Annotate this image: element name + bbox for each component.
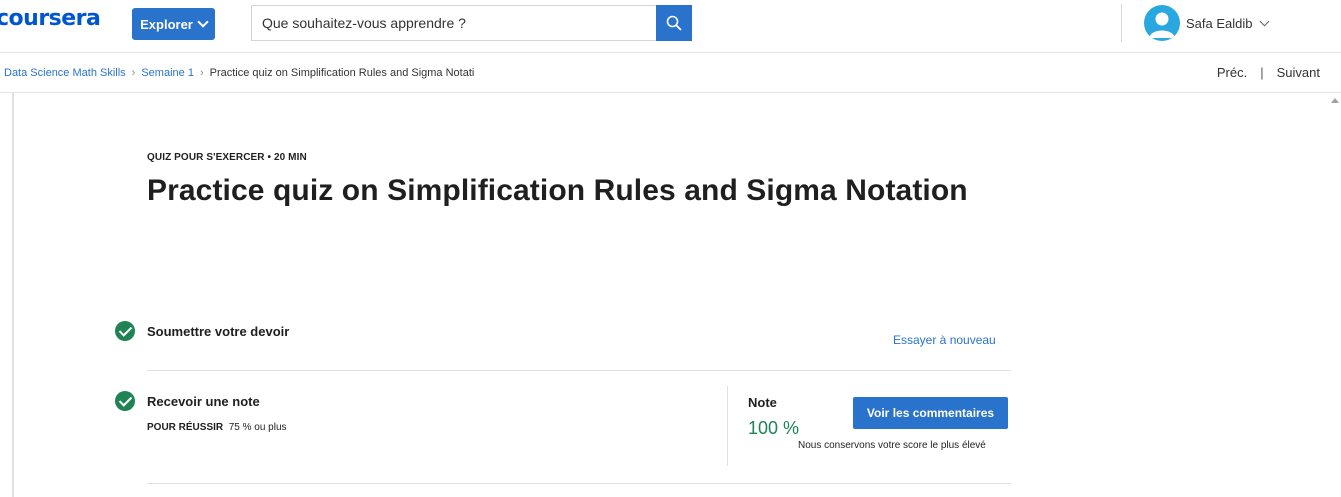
nav-divider: | (1260, 65, 1264, 80)
breadcrumb-current: Practice quiz on Simplification Rules an… (209, 66, 475, 79)
search-icon (666, 15, 682, 31)
breadcrumb-bar: Data Science Math Skills › Semaine 1 › P… (0, 53, 1341, 93)
receive-step-label: Recevoir une note (147, 394, 260, 409)
top-header: coursera Explorer Safa Ealdib (0, 0, 1341, 53)
scroll-up-icon[interactable] (1331, 98, 1339, 103)
grade-value: 100 % (748, 418, 800, 438)
next-link[interactable]: Suivant (1277, 65, 1320, 80)
grade-label: Note (748, 395, 777, 410)
chevron-down-icon (1259, 16, 1269, 26)
previous-link[interactable]: Préc. (1217, 65, 1247, 80)
left-border (12, 93, 14, 497)
pass-label: POUR RÉUSSIR (147, 422, 224, 433)
coursera-logo[interactable]: coursera (0, 6, 101, 31)
chevron-right-icon: › (199, 66, 204, 79)
search-button[interactable] (656, 5, 692, 41)
quiz-eyebrow: QUIZ POUR S'EXERCER • 20 MIN (147, 152, 307, 163)
breadcrumb: Data Science Math Skills › Semaine 1 › P… (4, 53, 474, 92)
breadcrumb-week[interactable]: Semaine 1 (141, 67, 194, 79)
view-feedback-button[interactable]: Voir les commentaires (853, 397, 1008, 429)
header-divider (1121, 4, 1122, 42)
explore-button-label: Explorer (140, 16, 193, 32)
scrollbar[interactable] (1328, 93, 1341, 497)
pass-value: 75 % ou plus (228, 422, 287, 433)
check-circle-icon (115, 321, 135, 341)
breadcrumb-course[interactable]: Data Science Math Skills (4, 67, 126, 79)
check-circle-icon (115, 391, 135, 411)
chevron-down-icon (197, 16, 209, 28)
search-bar (251, 5, 692, 41)
pass-requirement: POUR RÉUSSIR 75 % ou plus (147, 422, 287, 433)
user-name: Safa Ealdib (1186, 15, 1253, 31)
divider (147, 483, 1011, 484)
submit-step-label: Soumettre votre devoir (147, 324, 290, 339)
vertical-divider (727, 386, 728, 466)
item-navigation: Préc. | Suivant (1217, 53, 1320, 92)
user-menu[interactable]: Safa Ealdib (1144, 5, 1269, 41)
retry-link[interactable]: Essayer à nouveau (893, 333, 996, 347)
search-input[interactable] (251, 5, 656, 41)
divider (147, 370, 1011, 371)
avatar-icon (1144, 5, 1180, 41)
page-title: Practice quiz on Simplification Rules an… (147, 174, 968, 207)
chevron-right-icon: › (131, 66, 136, 79)
highest-score-note: Nous conservons votre score le plus élev… (798, 440, 986, 451)
explore-button[interactable]: Explorer (132, 8, 215, 40)
